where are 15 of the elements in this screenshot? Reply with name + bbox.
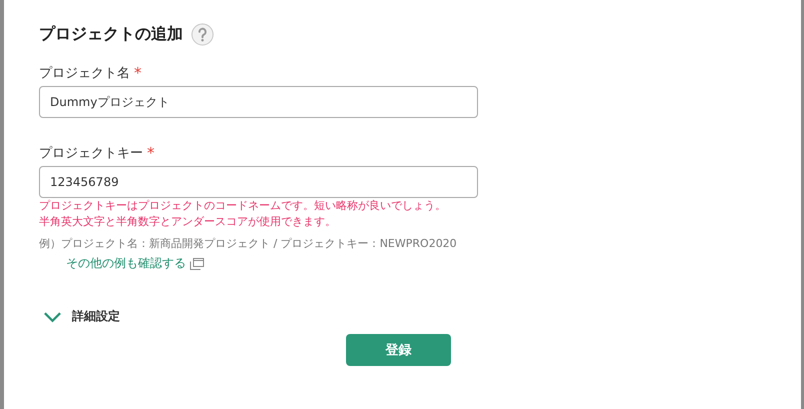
examples-link[interactable]: その他の例も確認する <box>66 255 204 272</box>
field-label: プロジェクト名 <box>39 65 130 82</box>
submit-button[interactable]: 登録 <box>346 334 451 366</box>
advanced-toggle[interactable]: 詳細設定 <box>39 308 801 325</box>
error-text: 半角英大文字と半角数字とアンダースコアが使用できます。 <box>39 214 337 230</box>
required-mark: * <box>134 64 142 82</box>
text-field[interactable]: 123456789 <box>39 166 478 198</box>
help-icon[interactable] <box>191 22 214 46</box>
dialog-title: プロジェクトの追加 <box>39 24 183 44</box>
text-field[interactable]: Dummyプロジェクト <box>39 86 478 118</box>
new-window-icon <box>190 258 204 270</box>
required-mark: * <box>147 144 154 162</box>
example-text: 例）プロジェクト名：新商品開発プロジェクト / プロジェクトキー：NEWPRO2020 <box>39 236 458 252</box>
field-label: プロジェクトキー <box>39 145 143 162</box>
error-text: プロジェクトキーはプロジェクトのコードネームです。短い略称が良いでしょう。 <box>39 198 447 214</box>
